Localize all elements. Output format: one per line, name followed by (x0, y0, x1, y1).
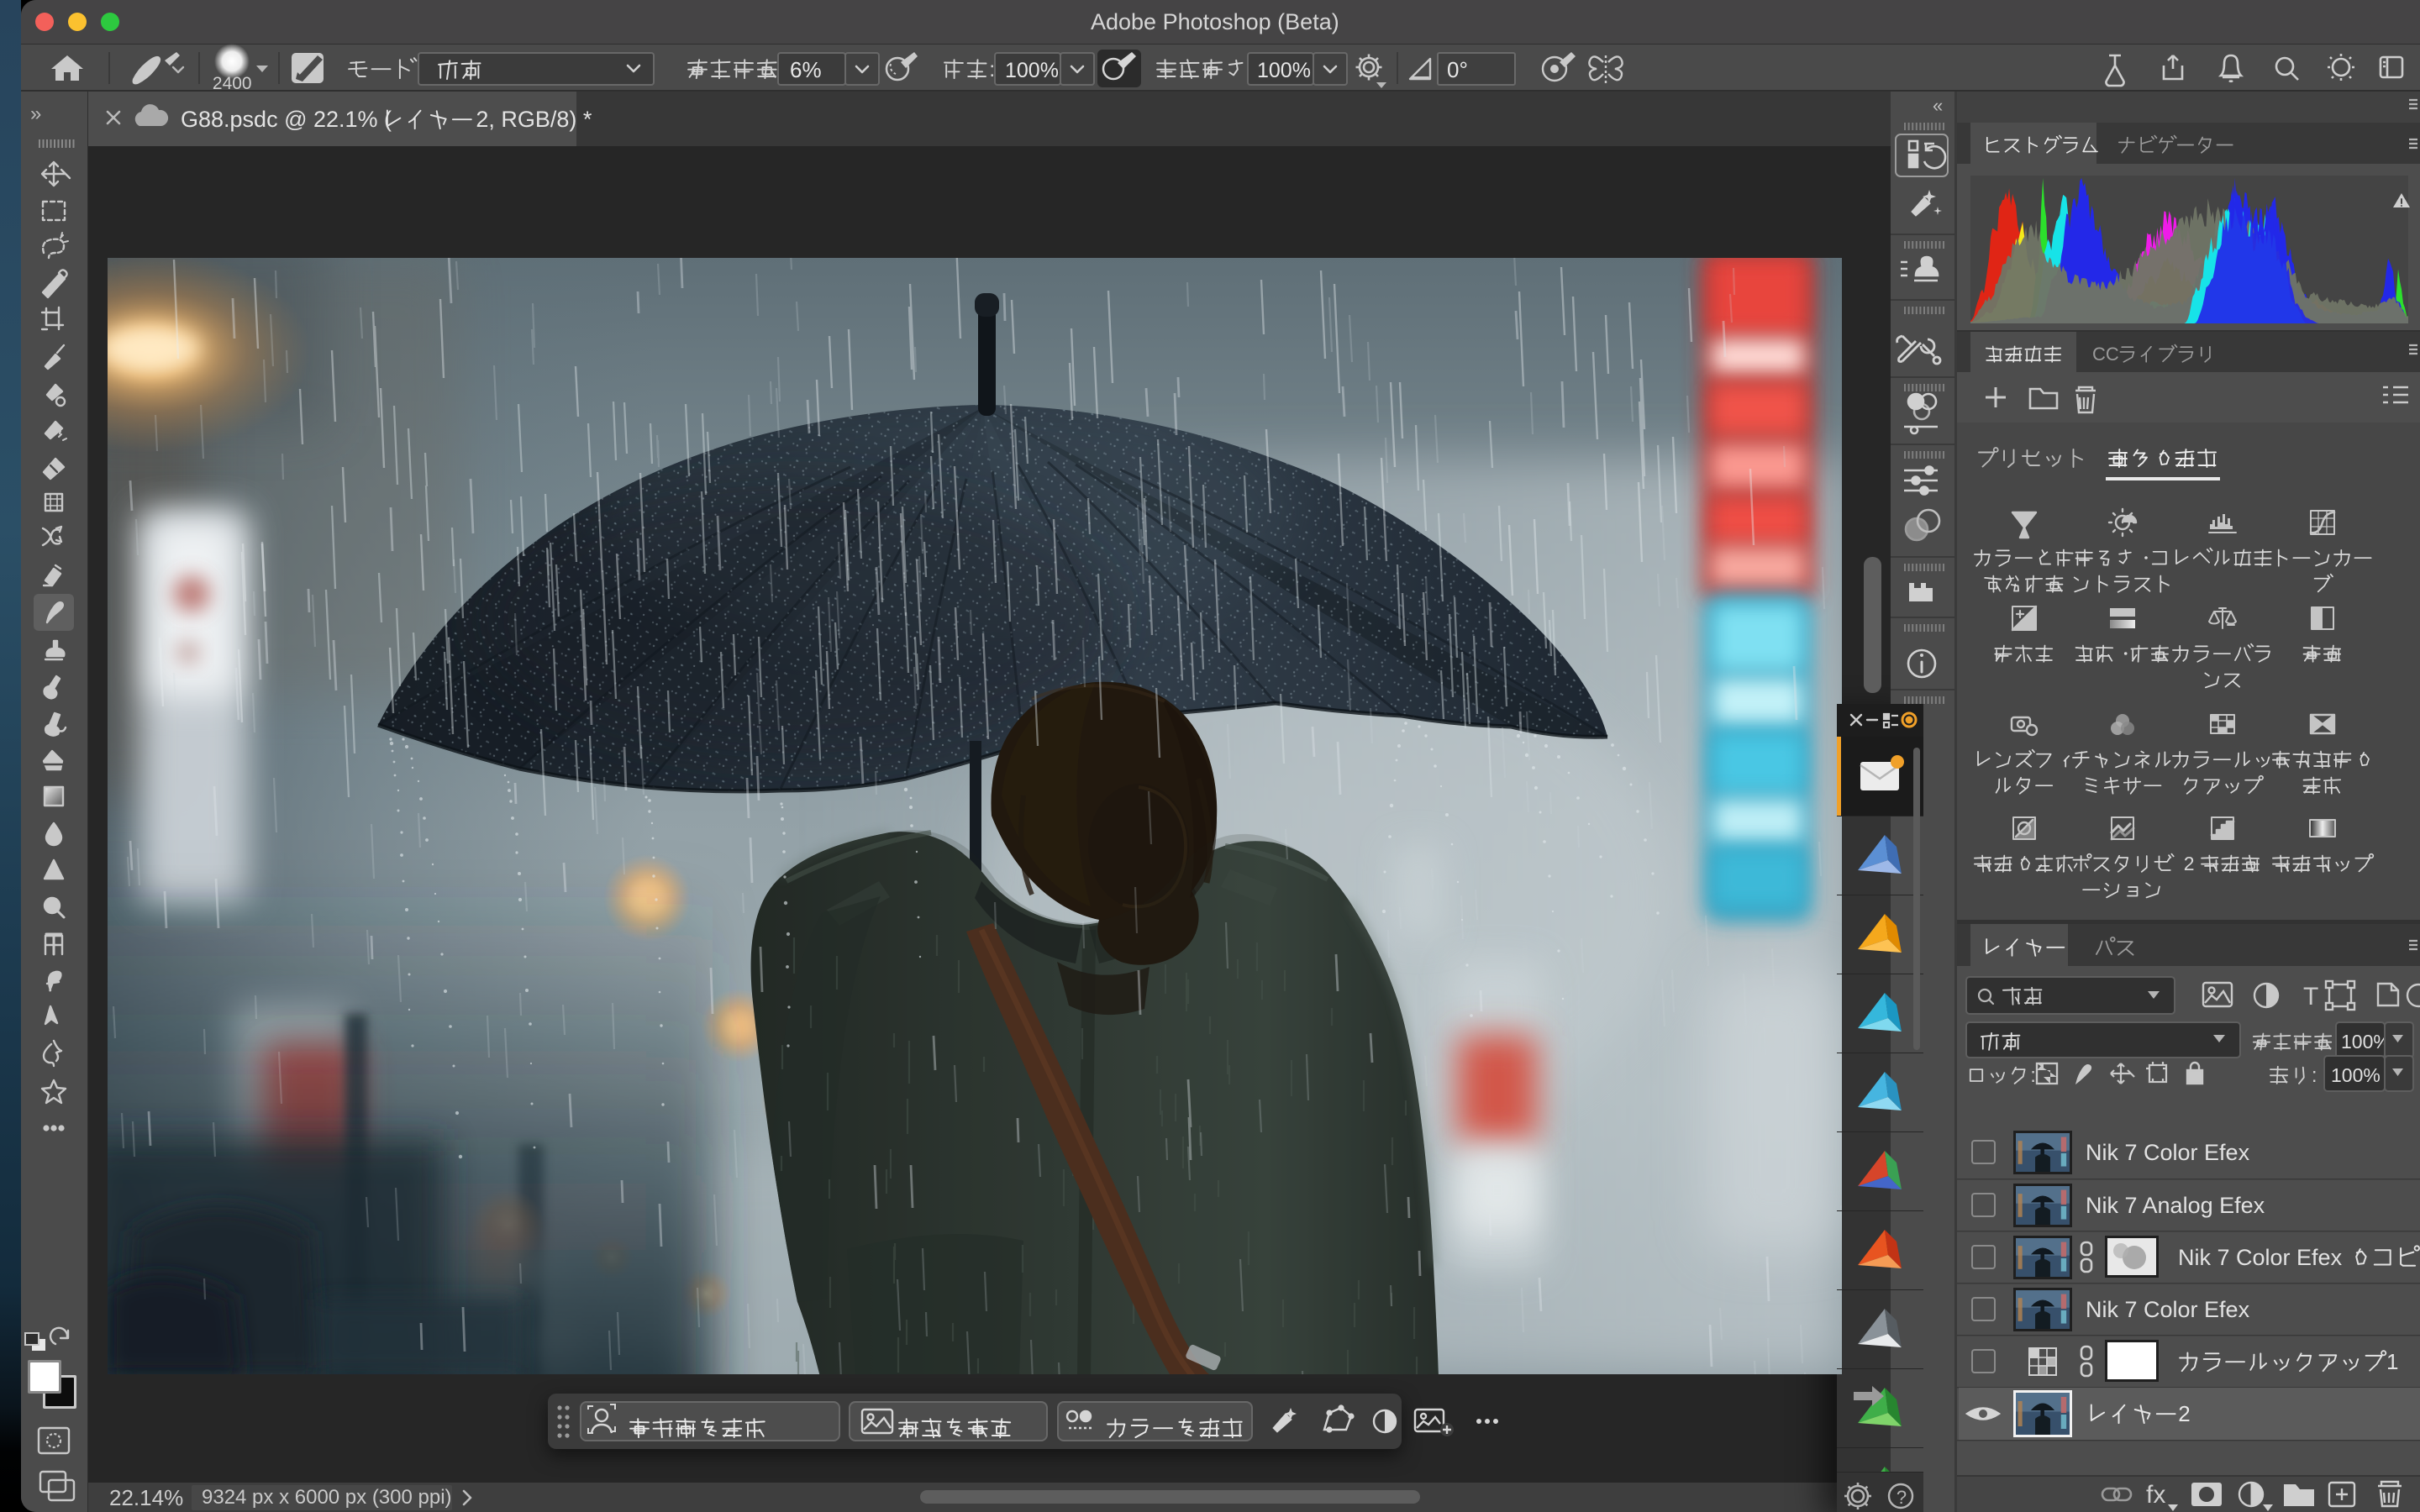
svg-text:«: « (1933, 95, 1943, 116)
svg-text:100%: 100% (2331, 1064, 2381, 1086)
svg-text:CC: CC (2092, 344, 2119, 365)
svg-text:22.14%: 22.14% (109, 1485, 183, 1510)
svg-text:100%: 100% (1257, 59, 1311, 82)
svg-text:Nik 7 Color Efex: Nik 7 Color Efex (2086, 1297, 2250, 1322)
svg-text:100%: 100% (1005, 59, 1059, 82)
svg-text:2: 2 (2178, 1401, 2190, 1426)
svg-text:»: » (30, 102, 41, 125)
svg-text:100%: 100% (2341, 1031, 2391, 1053)
svg-text:0°: 0° (1447, 57, 1468, 82)
svg-text:fx: fx (2146, 1481, 2165, 1509)
svg-text::: : (2312, 1064, 2317, 1087)
svg-text:T: T (2303, 983, 2318, 1011)
svg-text:1: 1 (2386, 1349, 2398, 1374)
svg-text:?: ? (1897, 1487, 1907, 1508)
svg-text:2, RGB/8) *: 2, RGB/8) * (476, 107, 592, 132)
svg-text:G88.psdc @ 22.1% (: G88.psdc @ 22.1% ( (181, 107, 392, 132)
svg-text:Nik 7 Color Efex: Nik 7 Color Efex (2178, 1245, 2343, 1270)
svg-text:Nik 7 Analog Efex: Nik 7 Analog Efex (2086, 1193, 2265, 1218)
svg-text:2: 2 (2184, 853, 2195, 874)
svg-text:9324 px x 6000 px (300 ppi): 9324 px x 6000 px (300 ppi) (202, 1486, 452, 1509)
svg-text:2400: 2400 (213, 74, 252, 93)
svg-text:Nik 7 Color Efex: Nik 7 Color Efex (2086, 1140, 2250, 1165)
svg-text:Adobe Photoshop (Beta): Adobe Photoshop (Beta) (1091, 9, 1339, 34)
svg-text:6%: 6% (790, 57, 822, 82)
svg-text::: : (2030, 1064, 2036, 1087)
